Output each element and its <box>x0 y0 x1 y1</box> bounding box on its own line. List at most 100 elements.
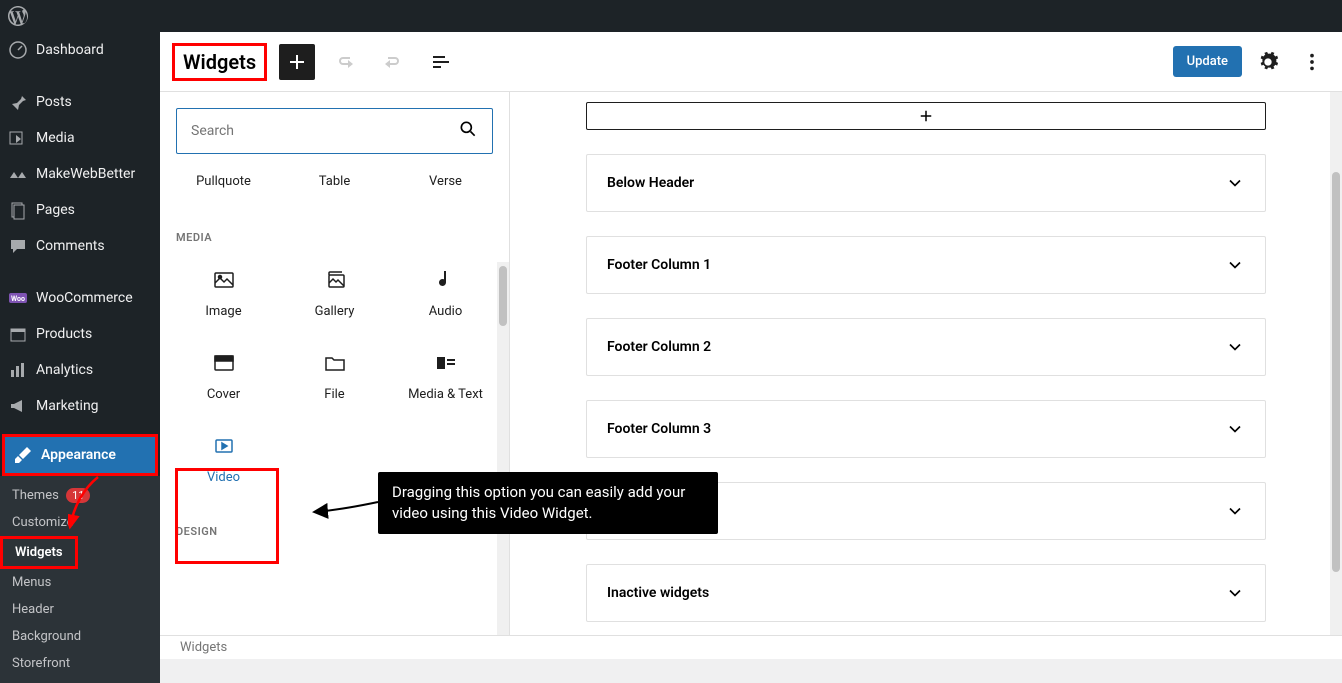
annotation-arrow-red <box>68 475 108 535</box>
search-icon <box>458 119 478 143</box>
canvas-scrollbar[interactable] <box>1330 92 1342 659</box>
area-title: Footer Column 2 <box>607 339 711 355</box>
menu-media[interactable]: Media <box>0 120 160 156</box>
block-label: Video <box>207 470 240 485</box>
chevron-down-icon <box>1225 173 1245 193</box>
block-video[interactable]: Video <box>168 418 279 501</box>
undo-button[interactable] <box>327 44 363 80</box>
menu-dashboard[interactable]: Dashboard <box>0 32 160 68</box>
block-label: Cover <box>207 387 240 402</box>
widget-area[interactable]: Footer Column 2 <box>586 318 1266 376</box>
submenu-header[interactable]: Header <box>0 596 160 623</box>
submenu-label: Menus <box>12 575 51 590</box>
block-label: Gallery <box>315 304 355 319</box>
audio-icon <box>434 268 458 292</box>
more-options-button[interactable] <box>1294 44 1330 80</box>
add-block-slot[interactable] <box>586 102 1266 130</box>
menu-label: Marketing <box>36 398 99 414</box>
chevron-down-icon <box>1225 337 1245 357</box>
menu-label: MakeWebBetter <box>36 166 135 182</box>
widget-area-inactive[interactable]: Inactive widgets <box>586 564 1266 622</box>
menu-label: Media <box>36 130 75 146</box>
block-audio[interactable]: Audio <box>390 252 501 335</box>
menu-label: WooCommerce <box>36 290 133 306</box>
menu-appearance[interactable]: Appearance <box>2 434 158 476</box>
update-button[interactable]: Update <box>1173 46 1242 77</box>
scrollbar-thumb[interactable] <box>499 266 507 326</box>
inserter-scrollbar[interactable] <box>497 262 509 659</box>
block-label[interactable]: Pullquote <box>168 170 279 193</box>
submenu-widgets[interactable]: Widgets <box>0 536 78 569</box>
redo-button[interactable] <box>375 44 411 80</box>
editor-header: Widgets Update <box>160 32 1342 92</box>
wordpress-logo-icon[interactable] <box>8 6 28 26</box>
breadcrumb[interactable]: Widgets <box>180 640 227 655</box>
annotation-arrow-black <box>310 492 380 522</box>
editor-body: Pullquote Table Verse MEDIA Image Galler… <box>160 92 1342 659</box>
block-label: Media & Text <box>408 387 483 402</box>
product-icon <box>8 324 28 344</box>
block-media-text[interactable]: Media & Text <box>390 335 501 418</box>
block-gallery[interactable]: Gallery <box>279 252 390 335</box>
inserter-search-wrap <box>160 92 509 170</box>
menu-makewebbetter[interactable]: MakeWebBetter <box>0 156 160 192</box>
search-box[interactable] <box>176 108 493 154</box>
widget-areas-canvas[interactable]: Below Header Footer Column 1 Footer Colu… <box>510 92 1342 659</box>
menu-posts[interactable]: Posts <box>0 84 160 120</box>
dashboard-icon <box>8 40 28 60</box>
block-label[interactable]: Verse <box>390 170 501 193</box>
admin-sidebar: Dashboard Posts Media MakeWebBetter Page… <box>0 32 160 659</box>
menu-pages[interactable]: Pages <box>0 192 160 228</box>
page-title: Widgets <box>172 43 267 81</box>
block-image[interactable]: Image <box>168 252 279 335</box>
gear-icon <box>1257 51 1279 73</box>
block-label: Audio <box>429 304 462 319</box>
video-icon <box>212 434 236 458</box>
redo-icon <box>381 50 405 74</box>
mwb-icon <box>8 164 28 184</box>
settings-button[interactable] <box>1250 44 1286 80</box>
cover-icon <box>212 351 236 375</box>
chevron-down-icon <box>1225 419 1245 439</box>
list-view-button[interactable] <box>423 44 459 80</box>
block-cover[interactable]: Cover <box>168 335 279 418</box>
chevron-down-icon <box>1225 501 1245 521</box>
menu-label: Comments <box>36 238 105 254</box>
menu-comments[interactable]: Comments <box>0 228 160 264</box>
annotation-tooltip: Dragging this option you can easily add … <box>378 472 718 534</box>
widget-area[interactable]: Footer Column 1 <box>586 236 1266 294</box>
chevron-down-icon <box>1225 255 1245 275</box>
widget-area[interactable]: Below Header <box>586 154 1266 212</box>
submenu-label: Widgets <box>15 545 63 560</box>
block-label[interactable]: Table <box>279 170 390 193</box>
gallery-icon <box>323 268 347 292</box>
undo-icon <box>333 50 357 74</box>
brush-icon <box>13 445 33 465</box>
search-input[interactable] <box>191 123 458 139</box>
menu-marketing[interactable]: Marketing <box>0 388 160 424</box>
editor-main: Widgets Update <box>160 32 1342 659</box>
menu-products[interactable]: Products <box>0 316 160 352</box>
submenu-menus[interactable]: Menus <box>0 569 160 596</box>
submenu-background[interactable]: Background <box>0 623 160 650</box>
menu-analytics[interactable]: Analytics <box>0 352 160 388</box>
prev-block-row: Pullquote Table Verse <box>160 170 509 193</box>
menu-label: Dashboard <box>36 42 104 58</box>
admin-bar <box>0 0 1342 32</box>
inserter-scroll[interactable]: Pullquote Table Verse MEDIA Image Galler… <box>160 170 509 659</box>
media-text-icon <box>434 351 458 375</box>
widget-area[interactable]: Footer Column 3 <box>586 400 1266 458</box>
breadcrumb-bar: Widgets <box>160 635 1342 659</box>
block-label: Image <box>205 304 241 319</box>
submenu-label: Header <box>12 602 54 617</box>
menu-label: Appearance <box>41 447 116 463</box>
chevron-down-icon <box>1225 583 1245 603</box>
block-file[interactable]: File <box>279 335 390 418</box>
menu-woocommerce[interactable]: Woo WooCommerce <box>0 280 160 316</box>
svg-text:Woo: Woo <box>11 295 25 303</box>
submenu-storefront[interactable]: Storefront <box>0 650 160 677</box>
scrollbar-thumb[interactable] <box>1332 172 1340 572</box>
area-title: Inactive widgets <box>607 585 709 601</box>
add-block-button[interactable] <box>279 44 315 80</box>
submenu-label: Customize <box>12 515 74 530</box>
